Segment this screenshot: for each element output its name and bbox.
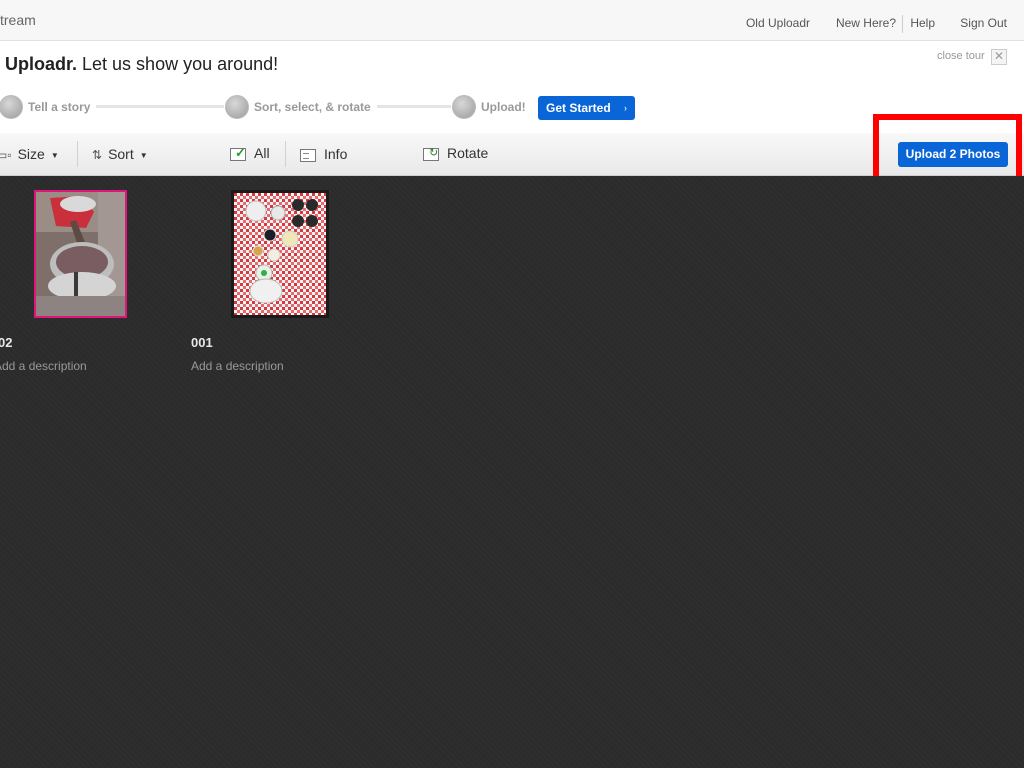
photo-image	[36, 192, 125, 316]
select-all-button[interactable]: All	[230, 145, 270, 161]
nav-divider	[902, 15, 903, 33]
rotate-icon	[423, 146, 439, 161]
photo-image	[234, 193, 326, 315]
thumbnail-size-icon: ▭▫	[0, 148, 12, 163]
photo-thumbnail[interactable]	[231, 190, 329, 318]
sort-dropdown[interactable]: ⇅ Sort ▼	[92, 146, 148, 162]
help-link[interactable]: Help	[910, 16, 935, 30]
organize-toolbar: ▭▫Size▼ ⇅Sort▼ All Info Rotate Upload 2 …	[0, 133, 1024, 176]
info-button[interactable]: Info	[300, 146, 347, 162]
caret-down-icon: ▼	[50, 150, 59, 160]
new-here-link[interactable]: New Here?	[836, 16, 896, 30]
toolbar-divider	[285, 141, 286, 167]
info-label: Info	[324, 146, 348, 162]
sort-label: Sort	[108, 146, 134, 162]
chevron-right-icon: ›	[624, 103, 627, 113]
top-nav-bar: tream Old Uploadr New Here? Help Sign Ou…	[0, 0, 1024, 41]
select-all-label: All	[254, 145, 270, 161]
rotate-label: Rotate	[447, 145, 489, 161]
select-all-icon	[230, 145, 246, 161]
photo-grid: 02 Add a description 001 Add a descripti…	[0, 176, 1024, 768]
photo-title[interactable]: 02	[0, 335, 12, 350]
tour-panel: r Uploadr. Let us show you around! close…	[0, 41, 1024, 133]
info-icon	[300, 148, 316, 162]
rotate-button[interactable]: Rotate	[423, 145, 488, 161]
size-dropdown[interactable]: ▭▫ Size ▼	[0, 146, 59, 162]
step-connector	[377, 105, 451, 108]
size-label: Size	[17, 146, 45, 162]
step-1-label: Tell a story	[28, 100, 91, 114]
close-icon[interactable]: ✕	[991, 49, 1007, 65]
step-2-indicator	[225, 95, 249, 119]
tour-heading: r Uploadr. Let us show you around!	[0, 54, 278, 75]
step-3-label: Upload!	[481, 100, 526, 114]
toolbar-divider	[77, 141, 78, 167]
tour-heading-text: Let us show you around!	[77, 54, 279, 74]
get-started-button[interactable]: Get Started ›	[538, 96, 635, 120]
photo-thumbnail[interactable]	[34, 190, 127, 318]
caret-down-icon: ▼	[139, 150, 148, 160]
step-connector	[96, 105, 224, 108]
step-2-label: Sort, select, & rotate	[254, 100, 371, 114]
sort-arrows-icon: ⇅	[92, 148, 103, 163]
step-1-indicator	[0, 95, 23, 119]
step-3-indicator	[452, 95, 476, 119]
tour-heading-brand: Uploadr.	[5, 54, 78, 74]
sign-out-link[interactable]: Sign Out	[960, 16, 1007, 30]
old-uploadr-link[interactable]: Old Uploadr	[746, 16, 810, 30]
close-tour-link[interactable]: close tour	[937, 50, 985, 62]
photo-title[interactable]: 001	[191, 335, 213, 350]
photo-description[interactable]: Add a description	[191, 359, 284, 373]
photo-description[interactable]: Add a description	[0, 359, 87, 373]
photostream-link[interactable]: tream	[0, 12, 36, 28]
get-started-label: Get Started	[546, 101, 611, 115]
